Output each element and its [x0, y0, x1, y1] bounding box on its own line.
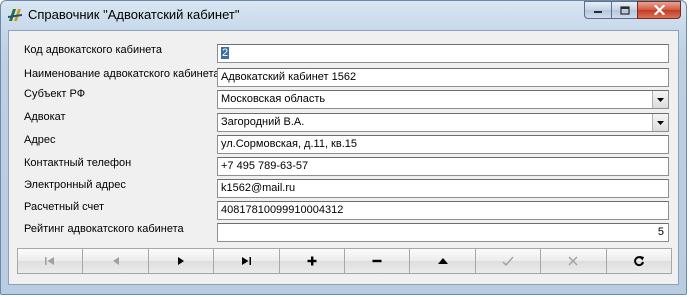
minimize-icon	[594, 11, 602, 13]
region-value: Московская область	[221, 93, 326, 105]
label-phone: Контактный телефон	[24, 157, 132, 169]
lawyer-value: Загородний В.А.	[221, 116, 305, 128]
first-record-icon	[45, 257, 55, 265]
chevron-down-icon	[657, 97, 664, 102]
app-logo-icon	[8, 9, 22, 21]
last-record-button[interactable]	[213, 248, 279, 274]
email-field[interactable]: k1562@mail.ru	[217, 179, 669, 198]
lawyer-dropdown-button[interactable]	[652, 114, 668, 131]
form-panel: Код адвокатского кабинета 2 Наименование…	[8, 30, 679, 285]
title-bar[interactable]: Справочник "Адвокатский кабинет"	[1, 1, 686, 29]
first-record-button[interactable]	[17, 248, 83, 274]
plus-icon	[307, 256, 317, 266]
post-record-button[interactable]	[474, 248, 541, 274]
maximize-icon	[619, 5, 630, 15]
label-address: Адрес	[24, 134, 56, 146]
label-rating: Рейтинг адвокатского кабинета	[24, 223, 184, 235]
label-account: Расчетный счет	[24, 201, 105, 213]
maximize-button[interactable]	[611, 1, 637, 19]
delete-record-button[interactable]	[344, 248, 410, 274]
window-title: Справочник "Адвокатский кабинет"	[28, 7, 240, 22]
label-email: Электронный адрес	[24, 179, 126, 191]
cancel-x-icon	[568, 256, 578, 266]
insert-record-button[interactable]	[278, 248, 345, 274]
label-name: Наименование адвокатского кабинета	[24, 68, 220, 80]
lawyer-select[interactable]: Загородний В.А.	[217, 113, 669, 132]
next-record-icon	[178, 257, 185, 265]
account-field[interactable]: 40817810099910004312	[217, 201, 669, 220]
address-field[interactable]: ул.Сормовская, д.11, кв.15	[217, 135, 669, 154]
last-record-icon	[242, 257, 252, 265]
name-field[interactable]: Адвокатский кабинет 1562	[217, 68, 669, 87]
close-icon	[653, 5, 665, 15]
minimize-button[interactable]	[584, 1, 611, 19]
checkmark-icon	[502, 256, 514, 266]
chevron-down-icon	[657, 120, 664, 125]
refresh-icon	[634, 256, 644, 267]
prior-record-icon	[112, 257, 119, 265]
code-field[interactable]: 2	[217, 44, 669, 63]
record-navigator	[17, 248, 673, 274]
minus-icon	[372, 259, 382, 263]
refresh-button[interactable]	[605, 248, 673, 274]
edit-record-button[interactable]	[409, 248, 475, 274]
region-select[interactable]: Московская область	[217, 90, 669, 109]
close-button[interactable]	[637, 1, 681, 19]
caption-buttons	[584, 1, 681, 20]
next-record-button[interactable]	[147, 248, 214, 274]
code-value: 2	[221, 47, 230, 59]
label-region: Субъект РФ	[24, 88, 86, 100]
region-dropdown-button[interactable]	[652, 91, 668, 108]
edit-triangle-icon	[437, 258, 448, 264]
phone-field[interactable]: +7 495 789-63-57	[217, 157, 669, 176]
app-window: Справочник "Адвокатский кабинет" Код адв…	[0, 0, 687, 295]
label-lawyer: Адвокат	[24, 111, 66, 123]
prior-record-button[interactable]	[82, 248, 148, 274]
cancel-edit-button[interactable]	[540, 248, 606, 274]
label-code: Код адвокатского кабинета	[24, 44, 162, 56]
rating-field[interactable]: 5	[217, 223, 669, 242]
